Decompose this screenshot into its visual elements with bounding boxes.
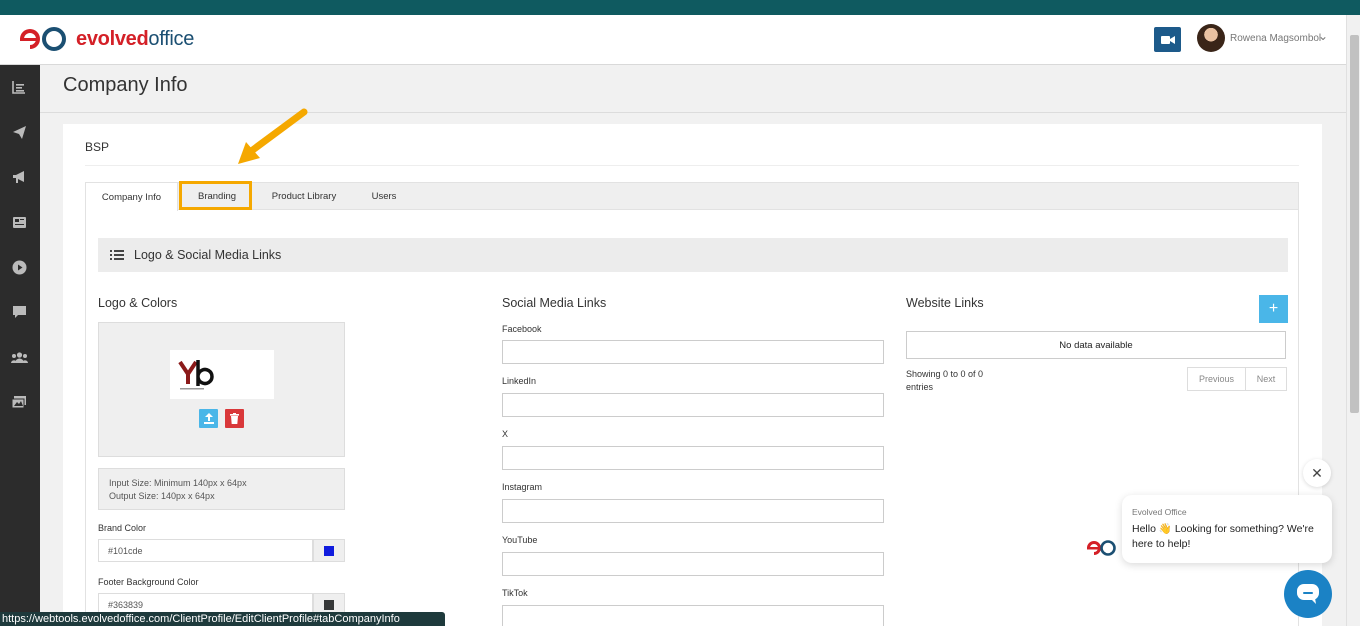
output-size-text: Output Size: 140px x 64px — [109, 491, 215, 501]
input-size-text: Input Size: Minimum 140px x 64px — [109, 478, 247, 488]
add-website-link-button[interactable]: + — [1259, 295, 1288, 323]
scrollbar-thumb[interactable] — [1350, 35, 1359, 413]
section-title: Logo & Social Media Links — [134, 248, 282, 262]
brand-color-input[interactable]: #101cde — [98, 539, 313, 562]
brand-color-label: Brand Color — [98, 523, 147, 533]
logo-size-info: Input Size: Minimum 140px x 64px Output … — [98, 468, 345, 510]
upload-icon — [203, 413, 214, 424]
branding-highlight-box — [179, 181, 252, 210]
video-camera-icon — [1160, 35, 1175, 44]
branding-pane: Logo & Social Media Links Logo & Colors … — [85, 210, 1299, 626]
chat-close-button[interactable]: ✕ — [1303, 459, 1331, 487]
chevron-down-icon[interactable]: ⌄ — [1318, 29, 1328, 43]
divider — [40, 112, 1346, 113]
chat-message: Hello 👋 Looking for something? We're her… — [1132, 523, 1314, 550]
website-links-table: No data available — [906, 331, 1286, 359]
images-icon[interactable] — [10, 393, 28, 411]
facebook-input[interactable] — [502, 340, 884, 364]
send-icon[interactable] — [10, 123, 28, 141]
chat-icon — [1297, 584, 1319, 604]
video-call-button[interactable] — [1154, 27, 1181, 52]
footer-bg-color-swatch — [324, 599, 334, 610]
newspaper-icon[interactable] — [10, 213, 28, 231]
youtube-label: YouTube — [502, 535, 538, 545]
play-icon[interactable] — [10, 258, 28, 276]
comment-icon[interactable] — [10, 303, 28, 321]
eo-chat-logo-icon — [1087, 540, 1116, 556]
x-label: X — [502, 429, 509, 439]
logo-upload-box — [98, 322, 345, 457]
tiktok-input[interactable] — [502, 605, 884, 626]
previous-page-button[interactable]: Previous — [1187, 367, 1246, 391]
brand-color-swatch — [324, 545, 334, 556]
linkedin-input[interactable] — [502, 393, 884, 417]
eo-logo-icon — [20, 27, 66, 51]
company-logo-preview — [170, 350, 274, 399]
status-bar-url: https://webtools.evolvedoffice.com/Clien… — [0, 612, 445, 626]
company-name: BSP — [85, 140, 110, 154]
x-input[interactable] — [502, 446, 884, 470]
linkedin-label: LinkedIn — [502, 376, 537, 386]
footer-bg-color-label: Footer Background Color — [98, 577, 199, 587]
trash-icon — [230, 413, 239, 424]
company-logo-image — [178, 360, 214, 390]
next-page-button[interactable]: Next — [1245, 367, 1287, 391]
tab-product-library[interactable]: Product Library — [260, 183, 348, 209]
chat-launcher-button[interactable] — [1284, 570, 1332, 618]
delete-logo-button[interactable] — [225, 409, 244, 428]
sidebar — [0, 65, 40, 626]
chat-sender: Evolved Office — [1132, 507, 1187, 517]
instagram-input[interactable] — [502, 499, 884, 523]
page-scrollbar[interactable] — [1346, 15, 1360, 626]
tab-company-info[interactable]: Company Info — [86, 183, 178, 211]
table-info: Showing 0 to 0 of 0 entries — [906, 369, 984, 392]
upload-logo-button[interactable] — [199, 409, 218, 428]
tab-bar: Company Info Branding Product Library Us… — [85, 182, 1299, 211]
divider — [85, 165, 1299, 166]
tab-users[interactable]: Users — [356, 183, 412, 209]
user-avatar[interactable] — [1197, 24, 1225, 52]
list-icon — [110, 250, 124, 260]
evolvedoffice-logo[interactable]: evolvedoffice — [16, 25, 194, 53]
app-header: evolvedoffice Rowena Magsombol ⌄ — [0, 15, 1346, 65]
instagram-label: Instagram — [502, 482, 543, 492]
annotation-arrow-icon — [238, 108, 308, 164]
users-icon[interactable] — [10, 348, 28, 366]
website-links-title: Website Links — [906, 296, 984, 310]
page-title: Company Info — [63, 74, 188, 96]
megaphone-icon[interactable] — [10, 168, 28, 186]
logo-colors-title: Logo & Colors — [98, 296, 178, 310]
chat-greeting-bubble[interactable]: Evolved Office Hello 👋 Looking for somet… — [1122, 495, 1332, 563]
social-media-title: Social Media Links — [502, 296, 607, 310]
dashboard-icon[interactable] — [10, 78, 28, 96]
browser-top-strip — [0, 0, 1360, 15]
section-header: Logo & Social Media Links — [98, 238, 1288, 272]
youtube-input[interactable] — [502, 552, 884, 576]
user-name[interactable]: Rowena Magsombol — [1230, 33, 1321, 44]
logo-text: evolvedoffice — [76, 27, 195, 50]
facebook-label: Facebook — [502, 324, 542, 334]
tiktok-label: TikTok — [502, 588, 528, 598]
brand-color-picker[interactable] — [313, 539, 345, 562]
